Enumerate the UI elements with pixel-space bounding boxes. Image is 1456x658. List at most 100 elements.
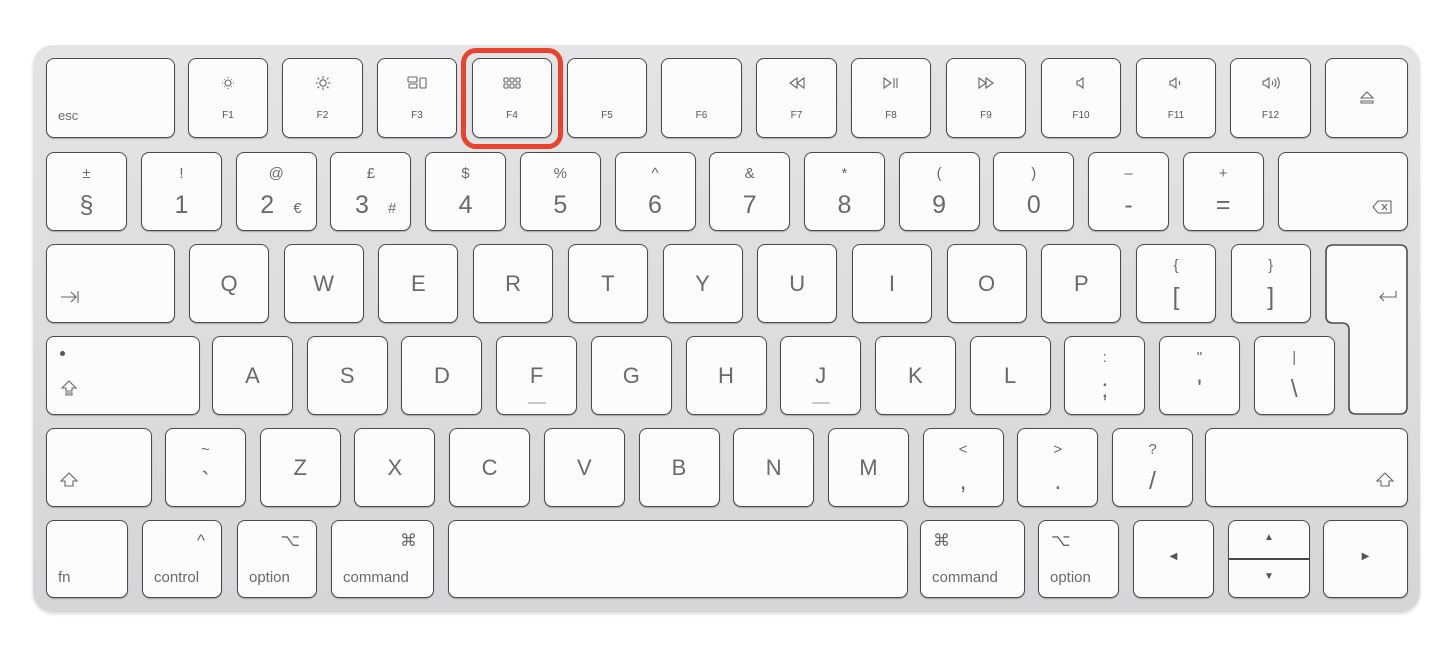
- key-esc[interactable]: esc: [46, 58, 175, 138]
- key-letter: F: [529, 363, 544, 388]
- key-symbol[interactable]: >.: [1017, 428, 1099, 507]
- key-letter: U: [789, 271, 806, 296]
- key-i[interactable]: I: [851, 244, 932, 323]
- key-letter: H: [718, 363, 734, 388]
- key-o[interactable]: O: [946, 244, 1027, 323]
- key-letter: V: [576, 455, 592, 480]
- key-8[interactable]: * 8: [803, 152, 885, 231]
- key-shift-symbol: }: [1268, 257, 1274, 274]
- key-f12[interactable]: F12: [1230, 58, 1311, 138]
- key-symbol[interactable]: + =: [1182, 152, 1264, 231]
- key-a[interactable]: A: [212, 336, 293, 415]
- key-t[interactable]: T: [567, 244, 648, 323]
- key-f2[interactable]: F2: [282, 58, 363, 138]
- key-f3[interactable]: F3: [377, 58, 457, 138]
- key-symbol[interactable]: – -: [1088, 152, 1169, 231]
- key-b[interactable]: B: [638, 428, 720, 507]
- key-return[interactable]: [1325, 244, 1408, 415]
- key-e[interactable]: E: [378, 244, 459, 323]
- key-d[interactable]: D: [401, 336, 483, 415]
- key-tab[interactable]: [46, 244, 175, 323]
- key-6[interactable]: ^ 6: [614, 152, 696, 231]
- key-symbol[interactable]: :;: [1064, 336, 1146, 415]
- key-arrow-up[interactable]: ▲: [1228, 520, 1310, 559]
- key-command[interactable]: command ⌘: [331, 520, 434, 598]
- key-symbol[interactable]: {[: [1136, 244, 1216, 323]
- key-shift-symbol: {: [1173, 257, 1179, 274]
- key-f7[interactable]: F7: [756, 58, 837, 138]
- delete-icon: [1371, 199, 1395, 220]
- key-fn[interactable]: fn: [46, 520, 128, 598]
- key-letter: B: [671, 455, 687, 480]
- key-command[interactable]: command ⌘: [920, 520, 1025, 598]
- key-7[interactable]: & 7: [709, 152, 791, 231]
- key-0[interactable]: ) 0: [993, 152, 1075, 231]
- key-control[interactable]: control ^: [142, 520, 222, 598]
- key-main-symbol: /: [1149, 467, 1156, 495]
- key-main-symbol: §: [79, 191, 94, 219]
- key-g[interactable]: G: [590, 336, 672, 415]
- key-n[interactable]: N: [733, 428, 815, 507]
- eject-icon: [1326, 89, 1407, 112]
- key-shift-symbol: +: [1218, 165, 1228, 182]
- key-label: option: [1050, 569, 1091, 586]
- key-y[interactable]: Y: [662, 244, 743, 323]
- key-label: F9: [980, 110, 992, 121]
- key-k[interactable]: K: [874, 336, 956, 415]
- key-3[interactable]: £3 #: [330, 152, 412, 231]
- key-9[interactable]: (9: [898, 152, 980, 231]
- key-arrow-down[interactable]: ▼: [1228, 559, 1310, 598]
- key-symbol[interactable]: }]: [1230, 244, 1311, 323]
- key-f1[interactable]: F1: [188, 58, 268, 138]
- key-letter: N: [765, 455, 782, 480]
- key-symbol[interactable]: ± §: [46, 152, 127, 231]
- key-option[interactable]: option ⌥: [1038, 520, 1119, 598]
- key-2[interactable]: @2 €: [235, 152, 317, 231]
- key-u[interactable]: U: [757, 244, 838, 323]
- key-eject[interactable]: [1325, 58, 1408, 138]
- key-f[interactable]: F: [496, 336, 578, 415]
- key-symbol[interactable]: | \: [1253, 336, 1335, 415]
- key-shift[interactable]: [46, 428, 152, 507]
- key-symbol[interactable]: ? /: [1112, 428, 1193, 507]
- key-caps-lock[interactable]: [46, 336, 200, 415]
- key-h[interactable]: H: [685, 336, 767, 415]
- key-delete[interactable]: [1278, 152, 1408, 231]
- key-shift-symbol: ": [1196, 349, 1203, 366]
- key-f9[interactable]: F9: [946, 58, 1026, 138]
- key-symbol[interactable]: <,: [922, 428, 1004, 507]
- key-shift-symbol: (: [936, 165, 942, 182]
- key-r[interactable]: R: [473, 244, 554, 323]
- key-c[interactable]: C: [449, 428, 531, 507]
- key-f8[interactable]: F8: [851, 58, 931, 138]
- key-main-symbol: ,: [959, 467, 967, 495]
- key-symbol[interactable]: ~ `: [165, 428, 246, 507]
- key-1[interactable]: ! 1: [141, 152, 222, 231]
- key-f10[interactable]: F10: [1041, 58, 1121, 138]
- key-s[interactable]: S: [306, 336, 388, 415]
- key-5[interactable]: % 5: [519, 152, 601, 231]
- key-f11[interactable]: F11: [1136, 58, 1216, 138]
- key-f5[interactable]: F5: [567, 58, 647, 138]
- key-label: fn: [58, 569, 71, 586]
- key-w[interactable]: W: [283, 244, 364, 323]
- key-v[interactable]: V: [543, 428, 625, 507]
- key-arrow-left[interactable]: ◀: [1133, 520, 1214, 598]
- key-p[interactable]: P: [1041, 244, 1122, 323]
- rewind-icon: [757, 75, 836, 94]
- key-f6[interactable]: F6: [661, 58, 742, 138]
- key-m[interactable]: M: [827, 428, 909, 507]
- key-main-symbol: 7: [742, 191, 757, 219]
- key-shift[interactable]: [1205, 428, 1408, 507]
- key-arrow-right[interactable]: ▶: [1323, 520, 1408, 598]
- key-letter: R: [505, 271, 522, 296]
- key-x[interactable]: X: [354, 428, 436, 507]
- key-l[interactable]: L: [969, 336, 1051, 415]
- key-option[interactable]: option ⌥: [237, 520, 317, 598]
- key-space[interactable]: [448, 520, 908, 598]
- key-symbol[interactable]: " ': [1159, 336, 1240, 415]
- key-j[interactable]: J: [780, 336, 862, 415]
- key-z[interactable]: Z: [259, 428, 341, 507]
- key-4[interactable]: $4: [425, 152, 507, 231]
- key-q[interactable]: Q: [189, 244, 269, 323]
